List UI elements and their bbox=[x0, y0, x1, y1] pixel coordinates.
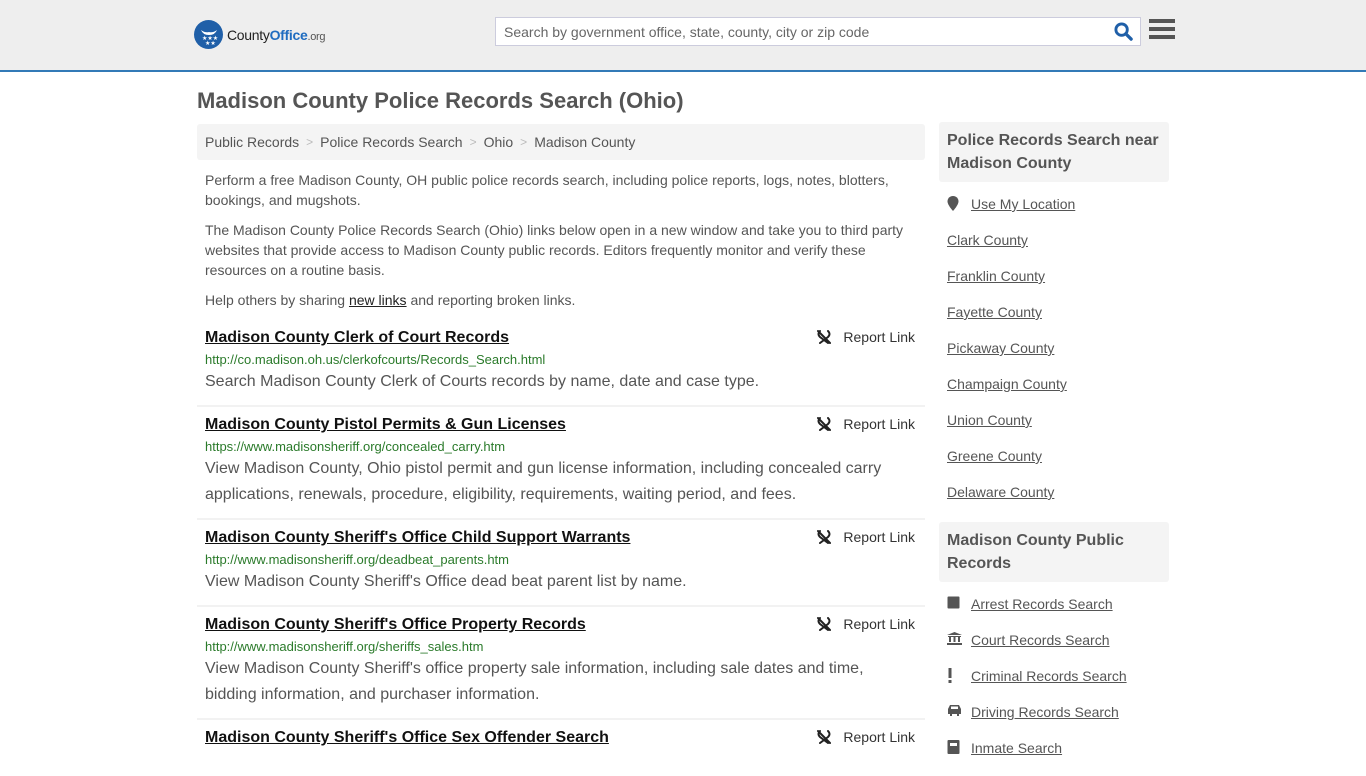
breadcrumb-police-records-search[interactable]: Police Records Search bbox=[320, 134, 462, 150]
nearby-county-link[interactable]: Delaware County bbox=[947, 484, 1054, 500]
logo-eagle-icon: ★★★ ★★ bbox=[194, 20, 223, 49]
result-url: http://www.madisonsheriff.org/deadbeat_p… bbox=[205, 552, 509, 567]
inmate-icon bbox=[947, 740, 971, 754]
nearby-county-item: Franklin County bbox=[947, 268, 1161, 304]
logo-text: CountyOffice.org bbox=[227, 26, 326, 43]
nearby-county-link[interactable]: Union County bbox=[947, 412, 1032, 428]
result-item: Madison County Sheriff's Office Property… bbox=[197, 607, 925, 720]
nearby-county-link[interactable]: Champaign County bbox=[947, 376, 1067, 392]
use-my-location-link[interactable]: Use My Location bbox=[971, 196, 1075, 212]
book-icon bbox=[947, 596, 971, 609]
breadcrumb-separator: > bbox=[520, 135, 528, 149]
intro-paragraph-2: The Madison County Police Records Search… bbox=[205, 222, 904, 278]
report-link-button[interactable]: Report Link bbox=[816, 529, 915, 545]
search-input[interactable] bbox=[496, 18, 1106, 45]
broken-link-icon bbox=[817, 730, 832, 744]
result-item: Madison County Pistol Permits & Gun Lice… bbox=[197, 407, 925, 520]
broken-link-icon bbox=[817, 617, 832, 631]
result-url: http://www.madisonsheriff.org/sheriffs_s… bbox=[205, 639, 484, 654]
breadcrumb-separator: > bbox=[469, 135, 477, 149]
intro-paragraph-3: Help others by sharing new links and rep… bbox=[205, 292, 576, 308]
nearby-county-item: Union County bbox=[947, 412, 1161, 448]
svg-text:★★: ★★ bbox=[205, 40, 216, 46]
breadcrumb-madison-county[interactable]: Madison County bbox=[534, 134, 635, 150]
main-content: Public Records > Police Records Search >… bbox=[197, 124, 925, 758]
report-link-button[interactable]: Report Link bbox=[816, 416, 915, 432]
court-records-link[interactable]: Court Records Search bbox=[971, 632, 1110, 648]
courthouse-icon bbox=[947, 632, 971, 645]
search-bar bbox=[495, 17, 1141, 46]
report-link-button[interactable]: Report Link bbox=[816, 729, 915, 745]
result-item: Madison County Sheriff's Office Child Su… bbox=[197, 520, 925, 607]
nearby-county-item: Greene County bbox=[947, 448, 1161, 484]
intro-text: Perform a free Madison County, OH public… bbox=[197, 160, 925, 310]
results-list: Madison County Clerk of Court Records Re… bbox=[197, 320, 925, 758]
result-description: View Madison County, Ohio pistol permit … bbox=[205, 460, 882, 503]
use-my-location-item: Use My Location bbox=[947, 196, 1161, 232]
nearby-county-link[interactable]: Fayette County bbox=[947, 304, 1042, 320]
map-pin-icon bbox=[947, 196, 971, 211]
breadcrumb-ohio[interactable]: Ohio bbox=[484, 134, 514, 150]
new-links-link[interactable]: new links bbox=[349, 292, 407, 308]
result-title-link[interactable]: Madison County Sheriff's Office Sex Offe… bbox=[205, 728, 609, 748]
broken-link-icon bbox=[817, 417, 832, 431]
criminal-records-link[interactable]: Criminal Records Search bbox=[971, 668, 1127, 684]
nearby-heading: Police Records Search near Madison Count… bbox=[939, 122, 1169, 182]
result-item: Madison County Clerk of Court Records Re… bbox=[197, 320, 925, 407]
intro-paragraph-1: Perform a free Madison County, OH public… bbox=[205, 172, 889, 208]
public-records-item: Inmate Search bbox=[947, 740, 1161, 776]
driving-records-link[interactable]: Driving Records Search bbox=[971, 704, 1119, 720]
search-button[interactable] bbox=[1106, 18, 1140, 45]
report-link-button[interactable]: Report Link bbox=[816, 616, 915, 632]
result-title-link[interactable]: Madison County Pistol Permits & Gun Lice… bbox=[205, 415, 566, 435]
result-description: Search Madison County Clerk of Courts re… bbox=[205, 373, 760, 390]
public-records-list: Arrest Records Search Court Records Sear… bbox=[939, 582, 1169, 776]
car-icon bbox=[947, 704, 971, 716]
site-logo[interactable]: ★★★ ★★ CountyOffice.org bbox=[194, 20, 326, 49]
breadcrumb: Public Records > Police Records Search >… bbox=[197, 124, 925, 160]
breadcrumb-public-records[interactable]: Public Records bbox=[205, 134, 299, 150]
hamburger-menu-icon[interactable] bbox=[1149, 19, 1175, 43]
nearby-list: Use My Location Clark County Franklin Co… bbox=[939, 182, 1169, 520]
result-description: View Madison County Sheriff's Office dea… bbox=[205, 573, 687, 590]
result-title-link[interactable]: Madison County Sheriff's Office Property… bbox=[205, 615, 586, 635]
result-title-link[interactable]: Madison County Clerk of Court Records bbox=[205, 328, 509, 348]
inmate-search-link[interactable]: Inmate Search bbox=[971, 740, 1062, 756]
exclamation-icon bbox=[947, 668, 971, 683]
nearby-county-link[interactable]: Clark County bbox=[947, 232, 1028, 248]
nearby-county-item: Fayette County bbox=[947, 304, 1161, 340]
page-title: Madison County Police Records Search (Oh… bbox=[197, 88, 684, 113]
public-records-item: Court Records Search bbox=[947, 632, 1161, 668]
broken-link-icon bbox=[817, 330, 832, 344]
result-title-link[interactable]: Madison County Sheriff's Office Child Su… bbox=[205, 528, 630, 548]
report-link-button[interactable]: Report Link bbox=[816, 329, 915, 345]
public-records-item: Criminal Records Search bbox=[947, 668, 1161, 704]
nearby-county-item: Champaign County bbox=[947, 376, 1161, 412]
nearby-county-link[interactable]: Franklin County bbox=[947, 268, 1045, 284]
result-url: https://www.madisonsheriff.org/concealed… bbox=[205, 439, 506, 454]
search-icon bbox=[1113, 22, 1133, 41]
result-url: http://co.madison.oh.us/clerkofcourts/Re… bbox=[205, 352, 546, 367]
result-description: View Madison County Sheriff's office pro… bbox=[205, 660, 864, 703]
public-records-heading: Madison County Public Records bbox=[939, 522, 1169, 582]
nearby-county-item: Clark County bbox=[947, 232, 1161, 268]
sidebar: Police Records Search near Madison Count… bbox=[939, 122, 1169, 776]
site-header: ★★★ ★★ CountyOffice.org bbox=[0, 0, 1366, 72]
arrest-records-link[interactable]: Arrest Records Search bbox=[971, 596, 1113, 612]
broken-link-icon bbox=[817, 530, 832, 544]
nearby-county-item: Pickaway County bbox=[947, 340, 1161, 376]
result-item: Madison County Sheriff's Office Sex Offe… bbox=[197, 720, 925, 758]
nearby-county-link[interactable]: Pickaway County bbox=[947, 340, 1054, 356]
public-records-item: Driving Records Search bbox=[947, 704, 1161, 740]
nearby-county-item: Delaware County bbox=[947, 484, 1161, 520]
breadcrumb-separator: > bbox=[306, 135, 314, 149]
nearby-county-link[interactable]: Greene County bbox=[947, 448, 1042, 464]
public-records-item: Arrest Records Search bbox=[947, 596, 1161, 632]
